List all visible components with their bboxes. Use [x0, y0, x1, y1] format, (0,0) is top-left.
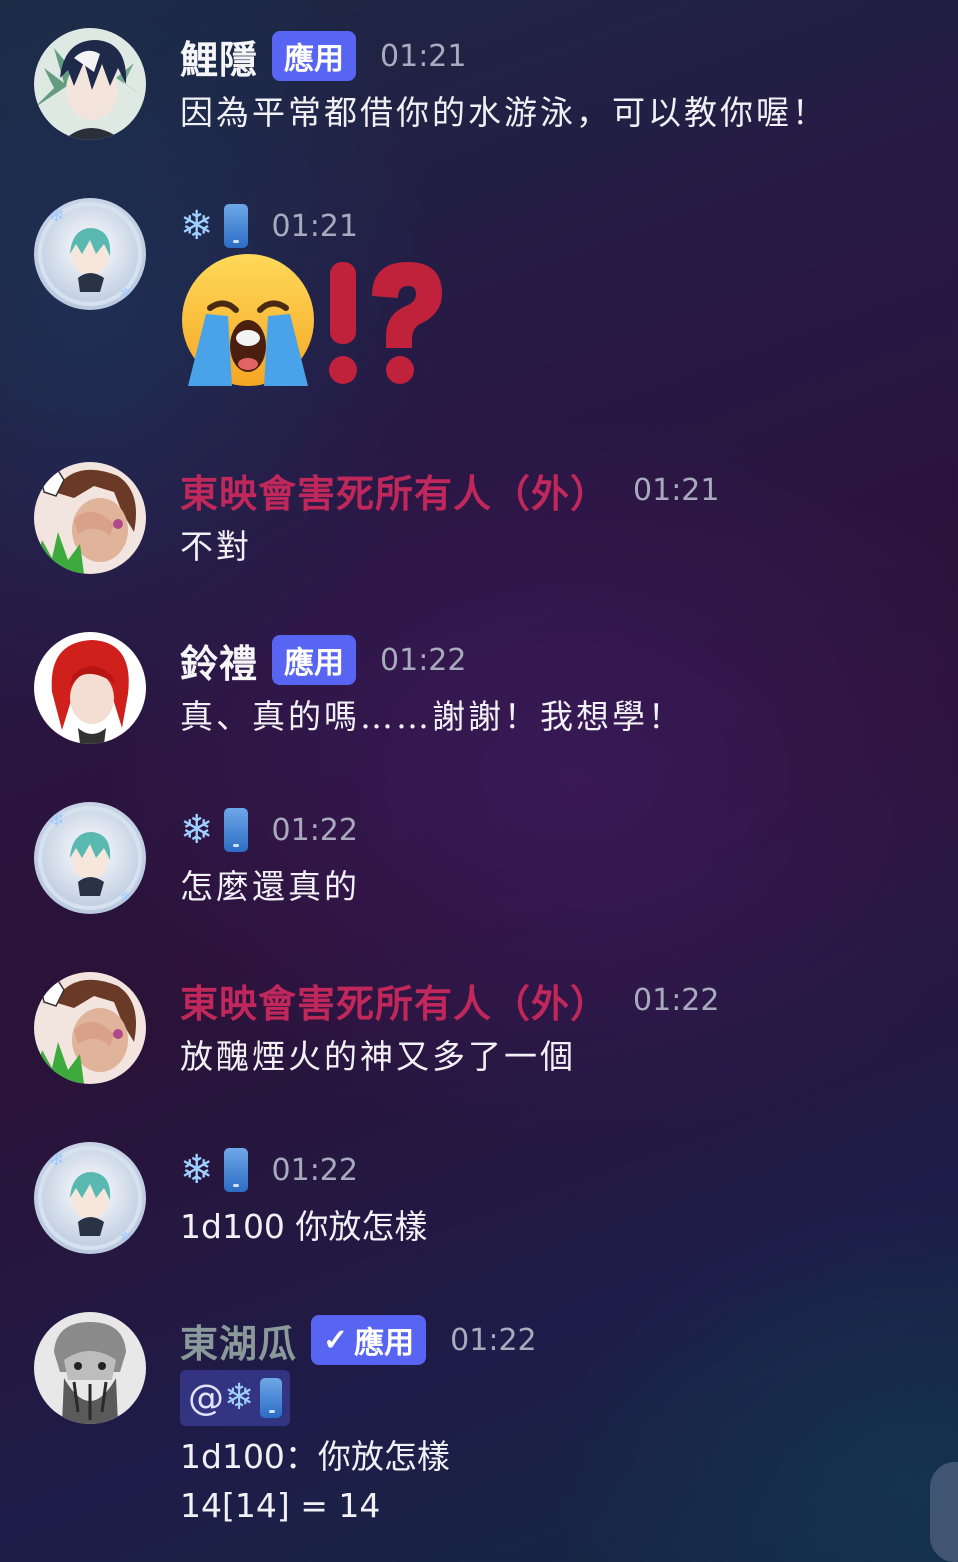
username[interactable]: 東映會害死所有人（外）: [180, 973, 609, 1028]
snowflake-icon: ❄: [180, 203, 214, 249]
timestamp: 01:21: [271, 208, 358, 244]
timestamp: 01:22: [271, 812, 358, 848]
username[interactable]: 鈴禮: [180, 633, 258, 688]
timestamp: 01:22: [271, 1152, 358, 1188]
avatar-image: [34, 28, 146, 140]
avatar[interactable]: [34, 1312, 146, 1424]
snowflake-icon: ❄: [224, 1377, 255, 1418]
avatar[interactable]: ❄ ❄: [34, 1142, 146, 1254]
avatar[interactable]: ❄ ❄: [34, 198, 146, 310]
timestamp: 01:21: [380, 38, 467, 74]
svg-text:❄: ❄: [120, 890, 132, 906]
svg-text:❄: ❄: [120, 1230, 132, 1246]
avatar-image: ❄ ❄: [34, 198, 146, 310]
message-header: 東映會害死所有人（外） 01:21: [180, 462, 719, 518]
message-header: 東湖瓜 ✓ 應用 01:22: [180, 1312, 537, 1368]
app-badge: 應用: [272, 31, 357, 81]
checkmark-icon: ✓: [323, 1322, 349, 1358]
avatar[interactable]: [34, 632, 146, 744]
avatar[interactable]: ❄ ❄: [34, 802, 146, 914]
snowflake-icon: ❄: [180, 1147, 214, 1193]
message-text: 因為平常都借你的水游泳，可以教你喔！: [180, 93, 828, 132]
username[interactable]: 鯉隱: [180, 29, 258, 84]
avatar-image: [34, 632, 146, 744]
phone-icon: [223, 1148, 248, 1192]
user-mention[interactable]: @ ❄: [180, 1370, 291, 1426]
message-text: 放醜煙火的神又多了一個: [180, 1037, 576, 1076]
timestamp: 01:21: [633, 472, 720, 508]
avatar[interactable]: [34, 972, 146, 1084]
timestamp: 01:22: [450, 1322, 537, 1358]
message-text: 怎麼還真的: [180, 867, 360, 906]
timestamp: 01:22: [380, 642, 467, 678]
scroll-button[interactable]: [930, 1462, 958, 1562]
message-text: 真、真的嗎……謝謝！我想學！: [180, 697, 684, 736]
avatar-image: [34, 1312, 146, 1424]
username[interactable]: ❄: [180, 808, 248, 852]
verified-app-badge: ✓ 應用: [311, 1315, 427, 1365]
username[interactable]: 東映會害死所有人（外）: [180, 463, 609, 518]
username[interactable]: 東湖瓜: [180, 1313, 297, 1368]
mention-at: @: [188, 1377, 224, 1419]
message-text: 1d100 你放怎樣: [180, 1207, 428, 1246]
exclamation-question-mark-icon: [329, 262, 442, 384]
message-header: 鈴禮 應用 01:22: [180, 632, 466, 688]
svg-text:❄: ❄: [48, 203, 65, 227]
phone-icon: [260, 1378, 283, 1418]
svg-text:❄: ❄: [48, 1147, 65, 1171]
username[interactable]: ❄: [180, 204, 248, 248]
avatar-image: [34, 972, 146, 1084]
phone-icon: [223, 204, 248, 248]
message-header: 鯉隱 應用 01:21: [180, 28, 466, 84]
message-header: ❄ 01:22: [180, 1142, 358, 1198]
app-badge: 應用: [272, 635, 357, 685]
avatar[interactable]: [34, 28, 146, 140]
svg-text:❄: ❄: [48, 807, 65, 831]
message-header: ❄ 01:22: [180, 802, 358, 858]
message-header: 東映會害死所有人（外） 01:22: [180, 972, 719, 1028]
badge-label: 應用: [354, 1326, 415, 1361]
avatar-image: ❄ ❄: [34, 802, 146, 914]
username[interactable]: ❄: [180, 1148, 248, 1192]
snowflake-icon: ❄: [180, 807, 214, 853]
emoji-row: [180, 254, 450, 394]
avatar-image: ❄ ❄: [34, 1142, 146, 1254]
message-text: 不對: [180, 527, 252, 566]
dice-roll-result: 14[14] = 14: [180, 1486, 381, 1525]
timestamp: 01:22: [633, 982, 720, 1018]
avatar[interactable]: [34, 462, 146, 574]
svg-text:❄: ❄: [120, 286, 132, 302]
avatar-image: [34, 462, 146, 574]
phone-icon: [223, 808, 248, 852]
dice-roll-command: 1d100：你放怎樣: [180, 1437, 450, 1476]
message-header: ❄ 01:21: [180, 198, 358, 254]
